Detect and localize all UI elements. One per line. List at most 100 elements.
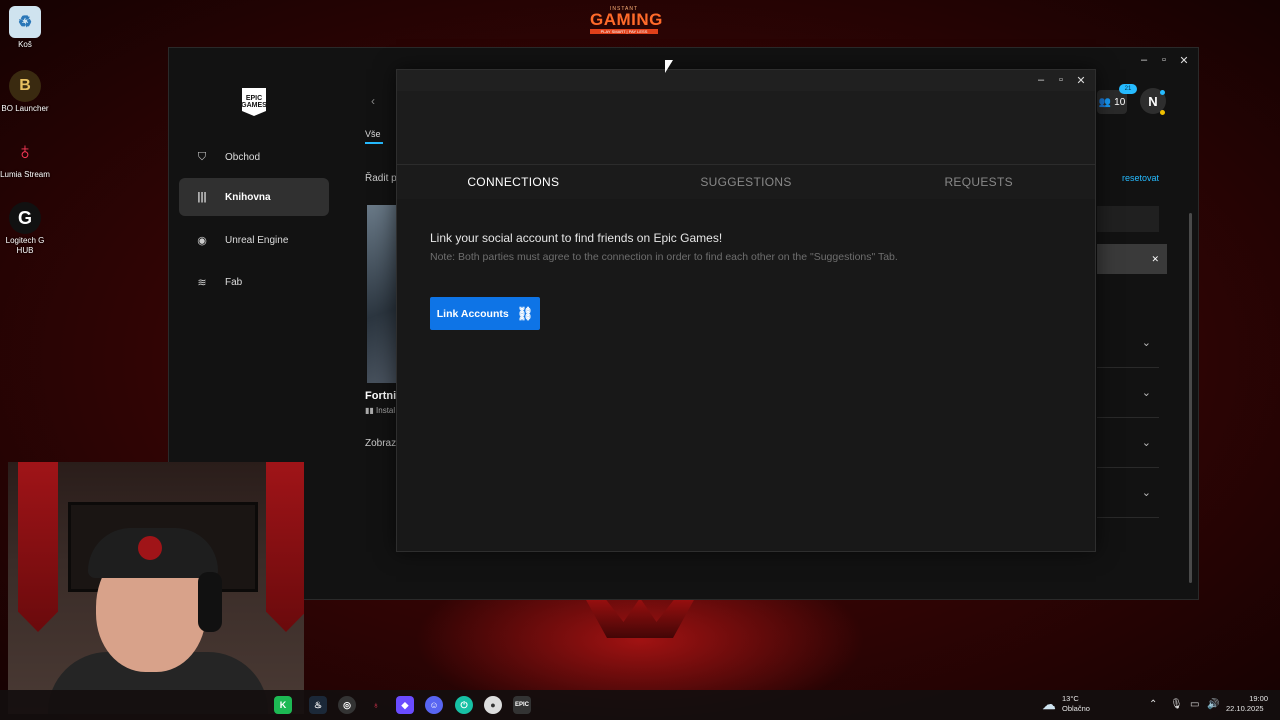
link-accounts-button[interactable]: Link Accounts ⛓ — [430, 297, 540, 330]
sidebar-item-label: Knihovna — [225, 191, 271, 203]
weather-desc[interactable]: Oblačno — [1062, 704, 1090, 714]
horde-banner-left — [18, 462, 58, 632]
mouse-cursor — [665, 60, 673, 73]
friends-tabs: CONNECTIONS SUGGESTIONS REQUESTS — [397, 165, 1095, 199]
discord-icon[interactable]: ☺ — [425, 696, 443, 714]
maximize-icon[interactable]: ▫ — [1051, 74, 1071, 87]
sidebar-item-label: Fab — [225, 276, 243, 288]
clock-date[interactable]: 22.10.2025 — [1226, 704, 1264, 714]
sort-label[interactable]: Řadit p — [365, 173, 397, 184]
game-title[interactable]: Fortnit — [365, 390, 400, 402]
sidebar-item-label: Unreal Engine — [225, 234, 289, 246]
webcam-overlay — [8, 462, 304, 714]
lumia-stream-icon: ♁ — [16, 138, 34, 165]
fab-icon: ≋ — [197, 276, 207, 289]
link-accounts-label: Link Accounts — [436, 307, 509, 320]
maximize-icon[interactable]: ▫ — [1154, 54, 1174, 67]
connections-note: Note: Both parties must agree to the con… — [430, 251, 898, 263]
install-status-label: Instal — [376, 406, 396, 415]
wallpaper-logo-tag: PLAY SMART | PAY LESS — [590, 29, 658, 34]
filter-section[interactable]: ⌄ — [1097, 418, 1159, 468]
sidebar-item-knihovna[interactable]: ||| Knihovna — [179, 178, 329, 216]
wallpaper-logo: INSTANT GAMING PLAY SMART | PAY LESS — [590, 6, 663, 34]
avatar-notification-dot — [1160, 90, 1165, 95]
kick-app-icon[interactable]: K — [274, 696, 292, 714]
chevron-down-icon: ⌄ — [1141, 487, 1151, 499]
weather-temp[interactable]: 13°C — [1062, 694, 1079, 704]
library-tab-partial[interactable]: Vše — [365, 129, 381, 139]
network-icon[interactable]: ▭ — [1190, 699, 1199, 710]
launcher-window-controls: – ▫ ✕ — [1134, 54, 1194, 67]
epic-games-taskbar-icon[interactable]: EPIC — [513, 696, 531, 714]
tab-suggestions[interactable]: SUGGESTIONS — [630, 165, 863, 199]
pause-icon: ▮▮ — [365, 406, 377, 415]
chevron-down-icon: ⌄ — [1141, 437, 1151, 449]
connections-panel: Link your social account to find friends… — [397, 199, 1095, 362]
unreal-engine-icon: ◉ — [197, 234, 207, 247]
desktop-icon-label: BO Launcher — [1, 104, 49, 113]
modal-header-area — [397, 91, 1095, 165]
show-more-link[interactable]: Zobraz — [365, 438, 396, 449]
weather-cloud-icon[interactable]: ☁ — [1040, 696, 1058, 714]
steam-icon[interactable]: ♨ — [309, 696, 327, 714]
tab-requests[interactable]: REQUESTS — [862, 165, 1095, 199]
sidebar-item-fab[interactable]: ≋ Fab — [179, 263, 329, 301]
epic-games-logo[interactable]: EPIC GAMES — [242, 88, 266, 116]
filter-search-box[interactable] — [1097, 206, 1159, 232]
recycle-bin-icon: ♻ — [9, 6, 41, 38]
close-icon[interactable]: ✕ — [1174, 54, 1194, 67]
lumia-taskbar-icon[interactable]: ♁ — [367, 696, 385, 714]
volume-icon[interactable]: 🔊 — [1207, 699, 1219, 710]
back-arrow-icon[interactable]: ‹ — [371, 94, 375, 108]
notification-badge: 21 — [1119, 84, 1137, 94]
clock-time[interactable]: 19:00 — [1238, 694, 1268, 704]
game-thumbnail-fortnite[interactable] — [367, 205, 399, 383]
link-plus-icon: ⛓ — [516, 305, 534, 321]
tray-chevron-up-icon[interactable]: ⌃ — [1149, 699, 1157, 710]
wallpaper-logo-big: GAMING — [590, 10, 663, 29]
close-icon[interactable]: ✕ — [1071, 74, 1091, 87]
streamer-bot-icon[interactable]: ◆ — [396, 696, 414, 714]
sidebar-item-unreal-engine[interactable]: ◉ Unreal Engine — [179, 221, 329, 259]
filter-section[interactable]: ⌄ — [1097, 368, 1159, 418]
tab-underline — [365, 142, 383, 144]
desktop-icon-recycle-bin[interactable]: ♻ Koš — [0, 6, 50, 50]
friends-count: 10 — [1114, 96, 1126, 108]
tab-connections[interactable]: CONNECTIONS — [397, 165, 630, 199]
shopping-bag-icon: ⛉ — [197, 150, 207, 163]
active-filter-chip[interactable]: ✕ — [1097, 244, 1167, 274]
microphone-icon[interactable]: 🎙 — [1170, 699, 1183, 710]
launcher-scrollbar[interactable] — [1189, 213, 1192, 583]
chevron-down-icon: ⌄ — [1141, 337, 1151, 349]
online-status-dot — [1160, 110, 1165, 115]
friends-icon: 👥 — [1098, 96, 1112, 108]
friends-modal: – ▫ ✕ CONNECTIONS SUGGESTIONS REQUESTS L… — [396, 69, 1096, 552]
reset-filters-link[interactable]: resetovat — [1122, 173, 1159, 183]
app-icon[interactable]: ● — [484, 696, 502, 714]
windows-taskbar: K ♨ ◎ ♁ ◆ ☺ ⏻ ● EPIC ☁ 13°C Oblačno ⌃ 🎙 … — [0, 690, 1280, 720]
close-icon[interactable]: ✕ — [1151, 254, 1159, 265]
horde-banner-right — [266, 462, 304, 632]
desktop-icon-lumia-stream[interactable]: ♁ Lumia Stream — [0, 136, 50, 180]
filter-section[interactable]: ⌄ — [1097, 318, 1159, 368]
desktop-icon-logitech-ghub[interactable]: G Logitech G HUB — [0, 202, 50, 256]
desktop-icon-label: Koš — [18, 40, 32, 49]
headphones — [198, 572, 222, 632]
cap-logo — [138, 536, 162, 560]
sidebar-item-obchod[interactable]: ⛉ Obchod — [179, 138, 329, 176]
power-app-icon[interactable]: ⏻ — [455, 696, 473, 714]
bo-launcher-icon: B — [9, 70, 41, 102]
desktop-icon-label: Logitech G HUB — [5, 236, 45, 255]
modal-titlebar[interactable]: – ▫ ✕ — [397, 70, 1095, 91]
filter-section[interactable]: ⌄ — [1097, 468, 1159, 518]
minimize-icon[interactable]: – — [1134, 54, 1154, 67]
sidebar-item-label: Obchod — [225, 151, 261, 163]
install-status: ▮▮ Instal — [365, 406, 395, 415]
modal-window-controls: – ▫ ✕ — [1031, 74, 1091, 87]
desktop-icon-bo-launcher[interactable]: B BO Launcher — [0, 70, 50, 114]
minimize-icon[interactable]: – — [1031, 74, 1051, 87]
connections-title: Link your social account to find friends… — [430, 231, 723, 245]
obs-icon[interactable]: ◎ — [338, 696, 356, 714]
logitech-ghub-icon: G — [9, 202, 41, 234]
desktop-icon-label: Lumia Stream — [0, 170, 50, 179]
